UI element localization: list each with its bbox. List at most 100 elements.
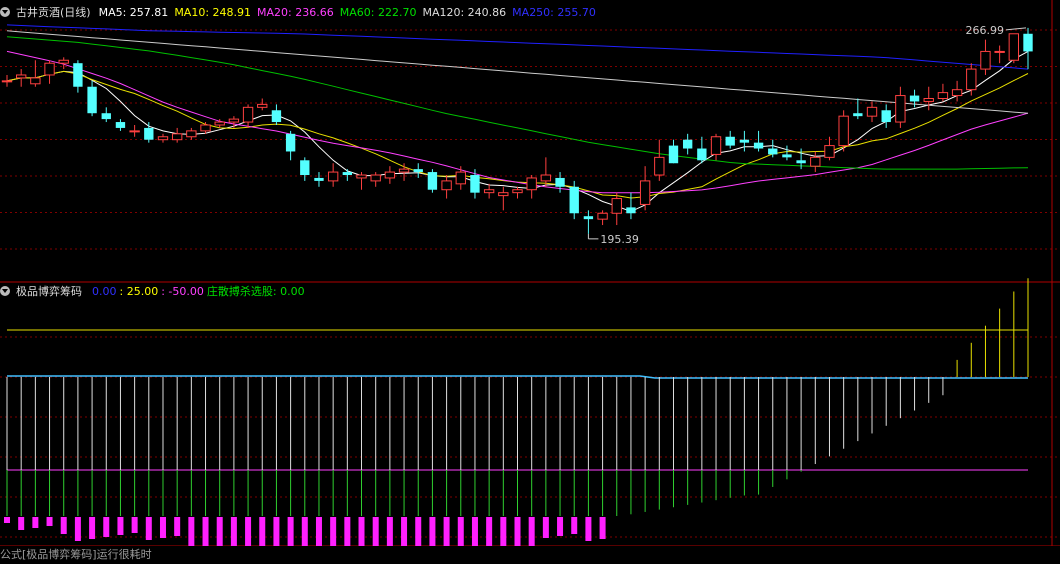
candle-body [697, 148, 707, 161]
indicator-magenta-bar [245, 517, 252, 546]
candle-body [498, 192, 509, 197]
indicator-magenta-bar [32, 517, 39, 528]
indicator-magenta-bar [18, 517, 25, 530]
indicator-magenta-bar [131, 517, 138, 533]
candle-body [186, 130, 197, 138]
indicator-magenta-bar [514, 517, 521, 546]
candle-body [626, 207, 636, 214]
candle-body [994, 50, 1005, 53]
candle-body [285, 133, 296, 152]
candle-body [768, 148, 778, 155]
candle-body [739, 139, 750, 143]
low-price-label: 195.39 [600, 233, 639, 246]
indicator-magenta-bar [174, 517, 181, 536]
candle-body [342, 172, 353, 176]
candle-body [87, 86, 97, 114]
candle-body [668, 145, 679, 164]
candle-body [937, 92, 949, 100]
candle-body [398, 168, 410, 173]
candle-body [101, 113, 111, 120]
candle-body [838, 115, 849, 147]
candle-body [526, 177, 537, 191]
status-footer: 公式[极品博弈筹码]运行很耗时 [0, 548, 152, 561]
candle-body [157, 136, 169, 141]
candle-body [16, 74, 27, 79]
indicator-magenta-bar [457, 517, 464, 546]
indicator-magenta-bar [159, 517, 166, 538]
candle-body [1023, 33, 1033, 52]
candle-body [300, 160, 310, 176]
candle-body [583, 216, 594, 220]
candle-body [512, 189, 523, 194]
candle-body [866, 106, 878, 117]
candle-body [555, 177, 565, 187]
candle-body [356, 174, 367, 179]
candle-body [455, 171, 466, 185]
indicator-magenta-bar [301, 517, 308, 546]
indicator-magenta-bar [259, 517, 266, 546]
candle-body [853, 113, 863, 117]
indicator-magenta-bar [344, 517, 351, 546]
indicator-magenta-bar [429, 517, 436, 546]
candle-body [228, 118, 240, 123]
candle-body [710, 136, 722, 155]
indicator-magenta-bar [117, 517, 124, 535]
indicator-magenta-bar [230, 517, 237, 546]
candle-body [370, 174, 381, 182]
candle-body [483, 189, 495, 194]
indicator-magenta-bar [471, 517, 478, 546]
indicator-magenta-bar [571, 517, 578, 534]
candle-body [242, 106, 254, 123]
indicator-magenta-bar [273, 517, 280, 546]
candle-body [44, 62, 55, 76]
candle-body [824, 145, 835, 158]
candle-body [413, 169, 423, 173]
indicator-magenta-bar [145, 517, 152, 540]
indicator-magenta-bar [4, 517, 10, 523]
indicator-magenta-bar [330, 517, 337, 546]
candle-body [171, 133, 183, 141]
candle-body [951, 89, 963, 97]
indicator-magenta-bar [46, 517, 53, 526]
candle-body [271, 110, 282, 123]
candle-body [782, 154, 792, 158]
price-chart: 266.99 195.39 [0, 0, 1060, 546]
indicator-magenta-bar [557, 517, 564, 536]
candle-body [980, 50, 991, 70]
indicator-magenta-bar [202, 517, 209, 546]
indicator-magenta-bar [599, 517, 606, 539]
ma10-line [6, 70, 1029, 199]
candle-body [881, 110, 891, 123]
candle-body [115, 122, 126, 128]
candle-body [923, 98, 934, 102]
indicator-magenta-bar [585, 517, 592, 541]
ma20-line [6, 50, 1029, 194]
indicator-magenta-bar [315, 517, 322, 546]
high-price-label: 266.99 [966, 24, 1005, 37]
candle-body [314, 177, 324, 181]
candle-body [639, 180, 651, 205]
indicator-magenta-bar [358, 517, 365, 546]
indicator-magenta-bar [443, 517, 450, 546]
candle-body [682, 139, 693, 149]
indicator-magenta-bar [89, 517, 96, 539]
candle-body [753, 142, 764, 149]
candle-body [654, 156, 665, 176]
candle-body [327, 171, 339, 182]
indicator-magenta-bar [401, 517, 408, 546]
indicator-magenta-bar [103, 517, 110, 537]
indicator-magenta-bar [60, 517, 67, 534]
candle-body [909, 95, 920, 102]
indicator-magenta-bar [287, 517, 294, 546]
candle-body [611, 198, 622, 214]
indicator-magenta-bar [386, 517, 393, 546]
indicator-magenta-bar [216, 517, 223, 546]
candle-body [1, 80, 13, 83]
indicator-magenta-bar [528, 517, 535, 546]
indicator-magenta-bar [415, 517, 422, 546]
candle-body [30, 77, 41, 85]
candle-body [810, 156, 821, 167]
candle-body [200, 124, 211, 132]
ma250-line [6, 24, 1029, 70]
candle-body [569, 186, 579, 214]
